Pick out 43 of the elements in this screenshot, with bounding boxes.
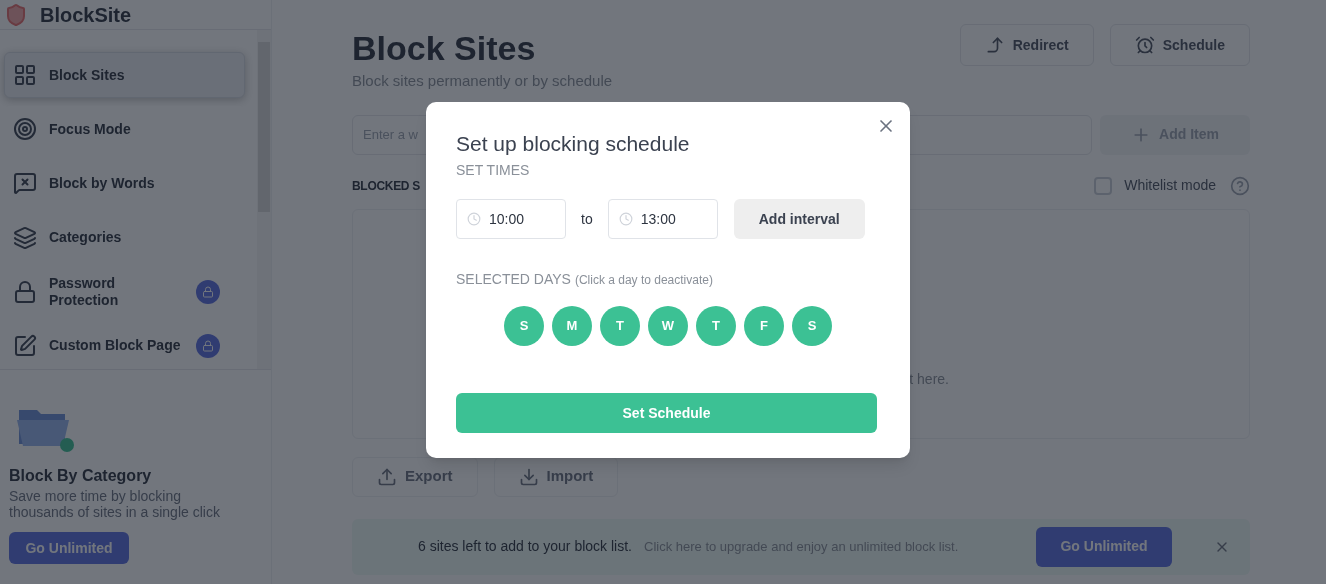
sites-left-text: 6 sites left to add to your block list. — [418, 537, 632, 556]
go-unlimited-button[interactable]: Go Unlimited — [9, 532, 129, 564]
header-button[interactable]: Redirect — [959, 24, 1094, 66]
section-label: SET TIMES — [456, 161, 531, 180]
edit-icon — [13, 333, 37, 358]
alarm-clock-icon — [1134, 35, 1155, 55]
whitelist-label: Whitelist mode — [1124, 176, 1216, 195]
list-heading: BLOCKED S — [352, 177, 420, 195]
range-separator: to — [581, 209, 593, 229]
brand-name: BlockSite — [40, 2, 132, 27]
clock-icon — [618, 212, 633, 226]
page-title: Block Sites — [352, 28, 537, 68]
grid-icon — [13, 63, 37, 88]
promo-text: Save more time by blocking thousands of sites in a single click — [9, 488, 221, 520]
help-icon[interactable] — [1230, 175, 1250, 196]
shield-logo-icon — [4, 2, 28, 27]
day-toggle[interactable]: F — [744, 306, 784, 346]
promo-title: Block By Category — [9, 466, 153, 486]
target-icon — [13, 117, 37, 142]
header-button[interactable]: Schedule — [1109, 24, 1250, 66]
add-interval-button[interactable]: Add interval — [733, 199, 865, 239]
start-time-field[interactable]: 10:00 — [456, 199, 566, 239]
upload-icon — [377, 466, 397, 487]
sidebar-item[interactable]: Block Sites — [4, 52, 245, 99]
download-icon — [518, 466, 539, 487]
layers-icon — [13, 225, 37, 250]
lock-badge-icon — [196, 333, 220, 358]
dialog-title: Set up blocking schedule — [456, 132, 691, 156]
day-toggle[interactable]: S — [792, 306, 832, 346]
go-unlimited-button[interactable]: Go Unlimited — [1036, 526, 1172, 567]
section-label: SELECTED DAYS — [456, 270, 571, 289]
clock-icon — [467, 212, 481, 226]
end-time-field[interactable]: 13:00 — [607, 199, 718, 239]
day-toggle[interactable]: T — [600, 306, 640, 346]
lock-badge-icon — [196, 279, 220, 304]
lock-icon — [13, 279, 37, 304]
day-toggle[interactable]: T — [696, 306, 736, 346]
day-toggle[interactable]: S — [504, 306, 544, 346]
chat-bubble-icon — [13, 171, 37, 196]
day-toggle[interactable]: M — [552, 306, 592, 346]
day-toggle[interactable]: W — [648, 306, 688, 346]
section-hint: (Click a day to deactivate) — [574, 272, 713, 289]
set-schedule-button[interactable]: Set Schedule — [456, 393, 877, 433]
